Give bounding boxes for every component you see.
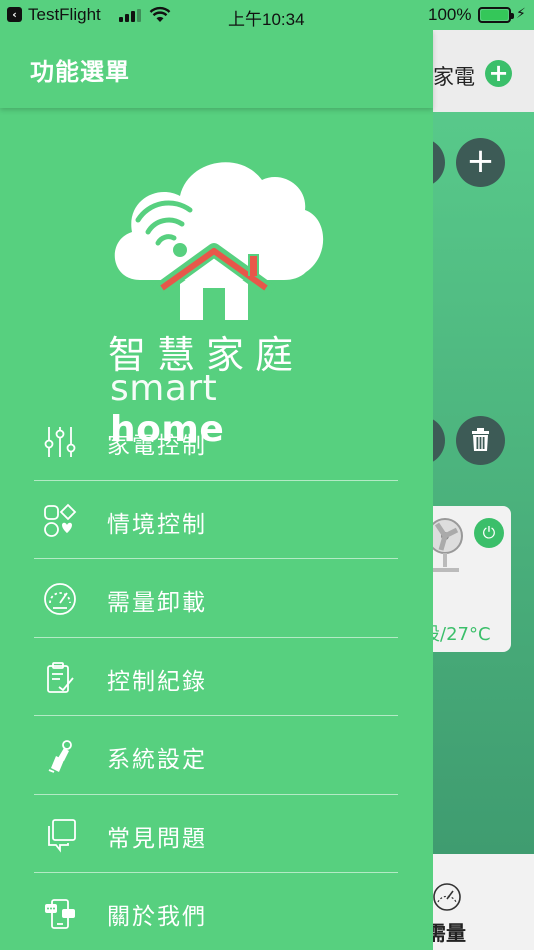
delete-button[interactable]: [456, 416, 505, 465]
add-circle-icon[interactable]: +: [485, 60, 512, 87]
scene-icon: [44, 503, 77, 537]
menu-item-label: 情境控制: [107, 511, 207, 538]
clipboard-icon: [47, 661, 74, 693]
menu-item-demand-unload[interactable]: 需量卸載: [0, 559, 433, 638]
side-drawer: 功能選單 智慧家庭 smart home 家電控制 情境控制 需量卸載 控制紀錄…: [0, 30, 433, 950]
battery-percent: 100%: [428, 5, 472, 24]
wifi-icon: [149, 6, 171, 22]
drawer-header: 功能選單: [0, 30, 433, 108]
status-bar: ‹ TestFlight 上午10:34 100% ⚡︎: [0, 0, 534, 30]
menu-item-label: 控制紀錄: [107, 668, 207, 695]
battery-icon: [478, 7, 514, 23]
gauge-icon: [44, 583, 76, 615]
back-app-label[interactable]: TestFlight: [28, 5, 101, 25]
menu-item-label: 需量卸載: [107, 590, 207, 616]
menu-item-label: 家電控制: [107, 433, 207, 459]
settings-hand-icon: [48, 740, 72, 773]
drawer-title: 功能選單: [30, 58, 130, 86]
back-chevron-icon[interactable]: ‹: [7, 7, 22, 22]
menu-item-appliance-control[interactable]: 家電控制: [0, 402, 433, 481]
menu-item-faq[interactable]: 常見問題: [0, 795, 433, 873]
power-icon[interactable]: ⏻: [474, 518, 504, 548]
clock: 上午10:34: [228, 10, 305, 29]
background-header-title: 家電: [433, 65, 475, 89]
menu-item-label: 關於我們: [107, 904, 207, 930]
drawer-menu: 家電控制 情境控制 需量卸載 控制紀錄 系統設定 常見問題 關於我們: [0, 402, 433, 950]
menu-item-system-settings[interactable]: 系統設定: [0, 716, 433, 795]
sliders-icon: [44, 427, 76, 457]
trash-icon: [472, 428, 489, 451]
fan-icon: [427, 518, 463, 572]
menu-item-label: 常見問題: [107, 825, 207, 852]
charging-bolt-icon: ⚡︎: [516, 6, 526, 22]
faq-icon: [48, 818, 76, 853]
cellular-signal-icon: [119, 9, 143, 22]
menu-item-about-us[interactable]: 關於我們: [0, 873, 433, 950]
menu-item-label: 系統設定: [107, 747, 207, 773]
menu-item-control-log[interactable]: 控制紀錄: [0, 638, 433, 716]
about-phone-icon: [45, 899, 75, 929]
add-button[interactable]: +: [456, 138, 505, 187]
gauge-icon[interactable]: [432, 882, 462, 912]
smart-home-logo: [114, 162, 324, 320]
menu-item-scene-control[interactable]: 情境控制: [0, 481, 433, 559]
